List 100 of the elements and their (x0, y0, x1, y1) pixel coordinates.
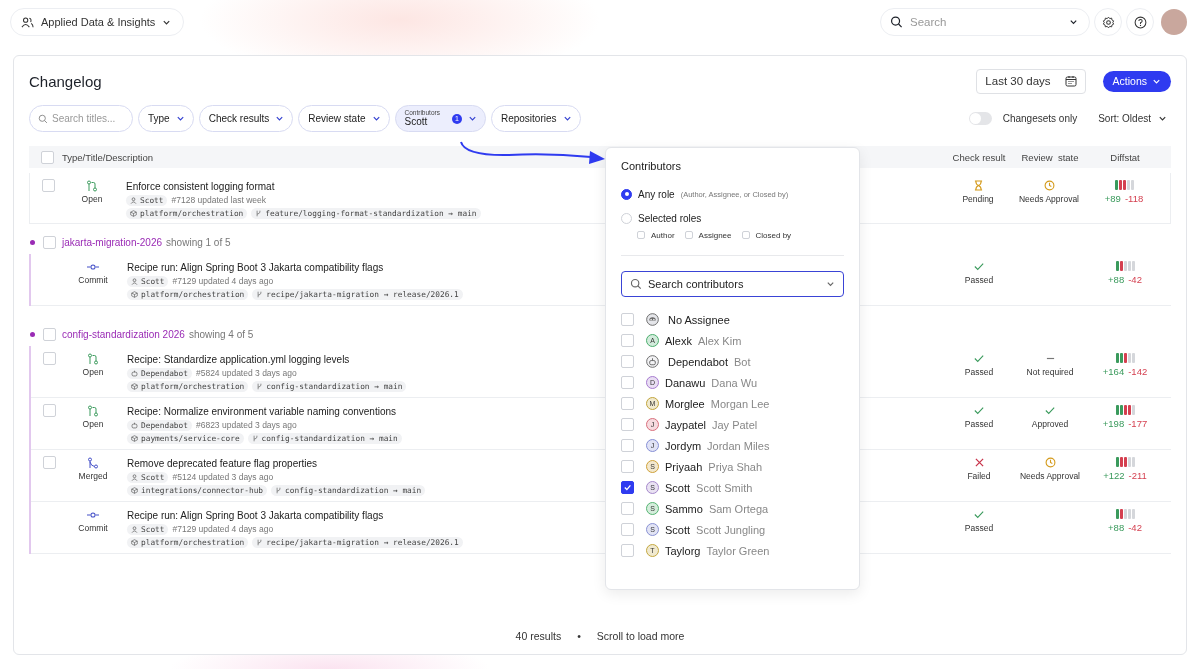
load-more-hint: Scroll to load more (596, 630, 685, 642)
review-status: Needs Approval (1019, 194, 1079, 204)
column-header: Type/Title/Description (62, 151, 154, 163)
contributor-handle[interactable]: Sammo (665, 502, 703, 515)
filter-dropdown[interactable]: Check results (198, 105, 294, 132)
global-search-field[interactable]: Search (880, 8, 1090, 36)
check-status: Passed (964, 523, 994, 533)
changeset-meta: #7129 updated 4 days ago (172, 276, 274, 286)
results-count: 40 results (515, 630, 562, 642)
checkbox-label[interactable]: Assignee (698, 230, 732, 240)
added-lines: +88 (1108, 274, 1125, 285)
changeset-title[interactable]: Remove deprecated feature flag properties (127, 457, 318, 470)
commit-icon (87, 509, 99, 521)
contributor-name: Alex Kim (697, 334, 742, 347)
column-header: Check result (951, 151, 1007, 163)
date-range-picker[interactable]: Last 30 days (976, 68, 1086, 94)
changeset-title[interactable]: Recipe run: Align Spring Boot 3 Jakarta compatibility flags (127, 261, 384, 274)
robot-icon (131, 369, 138, 377)
cross-icon (974, 457, 984, 468)
filter-dropdown[interactable]: Repositories (490, 105, 581, 132)
contributor-handle[interactable]: No Assignee (668, 313, 730, 326)
contributor-handle[interactable]: Scott (665, 523, 691, 536)
contributor-name: Dana Wu (711, 376, 757, 389)
contributor-search-field[interactable]: Search contributors (621, 271, 844, 297)
removed-lines: -211 (1128, 470, 1147, 481)
help-button[interactable] (1126, 8, 1154, 36)
contributor-handle[interactable]: Jordym (665, 439, 702, 452)
workspace-switcher[interactable]: Applied Data & Insights (10, 8, 185, 36)
settings-button[interactable] (1094, 8, 1122, 36)
changeset-title[interactable]: Recipe: Standardize application.yml logging levels (127, 353, 350, 366)
contributor-name: Priya Shah (708, 460, 763, 473)
cube-icon (131, 539, 138, 546)
pull-request-icon (87, 353, 99, 365)
changeset-meta: #5124 updated 3 days ago (172, 472, 274, 482)
contributor-handle[interactable]: Danawu (665, 376, 706, 389)
radio-button[interactable] (621, 188, 632, 200)
changeset-title[interactable]: Enforce consistent logging format (126, 180, 275, 193)
cube-icon (131, 383, 138, 390)
changeset-title[interactable]: Recipe: Normalize environment variable naming conventions (127, 405, 397, 418)
contributor-handle[interactable]: Dependabot (668, 355, 728, 368)
removed-lines: -142 (1128, 366, 1148, 377)
calendar-icon (1064, 75, 1077, 87)
contributor-handle[interactable]: Jaypatel (665, 418, 706, 431)
changeset-title[interactable]: Recipe run: Align Spring Boot 3 Jakarta compatibility flags (127, 509, 384, 522)
branch-icon (251, 435, 259, 442)
ghost-avatar-icon (646, 313, 659, 326)
chevron-down-icon (371, 114, 381, 123)
check-status: Pending (962, 194, 994, 204)
branch-icon (256, 539, 264, 546)
check-status: Passed (964, 367, 994, 377)
title-search-field[interactable]: Search titles... (29, 105, 133, 132)
contributor-handle[interactable]: Scott (665, 481, 691, 494)
contributor-handle[interactable]: Priyaah (665, 460, 703, 473)
separator-dot: • (577, 630, 581, 642)
user-avatar[interactable] (1161, 9, 1187, 35)
robot-avatar-icon (646, 355, 659, 368)
actions-button[interactable]: Actions (1102, 70, 1171, 92)
group-link[interactable]: config-standardization 2026 (62, 328, 185, 340)
contributor-name: Bot (733, 355, 751, 368)
contributor-name: Jordan Miles (707, 439, 770, 452)
contributor-handle[interactable]: Alexk (665, 334, 692, 347)
cube-icon (131, 487, 138, 494)
added-lines: +88 (1108, 522, 1125, 533)
diffstat-bars (1115, 509, 1135, 519)
search-icon (630, 278, 642, 290)
clock-icon (1043, 180, 1055, 191)
diffstat-bars (1115, 353, 1135, 363)
group-link[interactable]: jakarta-migration-2026 (62, 236, 163, 248)
robot-icon (131, 421, 138, 429)
added-lines: +122 (1103, 470, 1125, 481)
toggle-switch[interactable] (968, 112, 992, 125)
sort-dropdown[interactable]: Sort: Oldest (1098, 113, 1171, 124)
chevron-down-icon (175, 114, 185, 123)
removed-lines: -118 (1124, 193, 1144, 204)
branch-icon (275, 487, 283, 494)
hourglass-icon (973, 180, 983, 191)
group-count: showing 4 of 5 (188, 328, 254, 340)
checkbox-label[interactable]: Author (651, 230, 675, 240)
contributor-handle[interactable]: Morglee (665, 397, 705, 410)
checkbox-label[interactable]: Closed by (755, 230, 792, 240)
type-label: Commit (78, 523, 108, 533)
search-icon (38, 113, 48, 124)
help-icon (1133, 15, 1147, 29)
added-lines: +89 (1104, 193, 1121, 204)
radio-label[interactable]: Selected roles (638, 212, 702, 224)
cube-icon (131, 291, 138, 298)
cube-icon (131, 435, 138, 442)
filter-dropdown[interactable]: Type (138, 105, 194, 132)
search-icon (890, 15, 903, 29)
contributor-handle[interactable]: Taylorg (665, 544, 701, 557)
checkbox[interactable] (621, 481, 634, 494)
radio-label[interactable]: Any role (638, 188, 675, 200)
column-header: Diffstat (1109, 151, 1141, 163)
check-status: Passed (964, 419, 994, 429)
type-label: Open (82, 419, 104, 429)
cube-icon (130, 210, 137, 217)
popover-title: Contributors (621, 160, 682, 172)
chevron-down-icon (1069, 17, 1078, 27)
check-status: Passed (964, 275, 994, 285)
filter-dropdown[interactable]: Review state (298, 105, 390, 132)
